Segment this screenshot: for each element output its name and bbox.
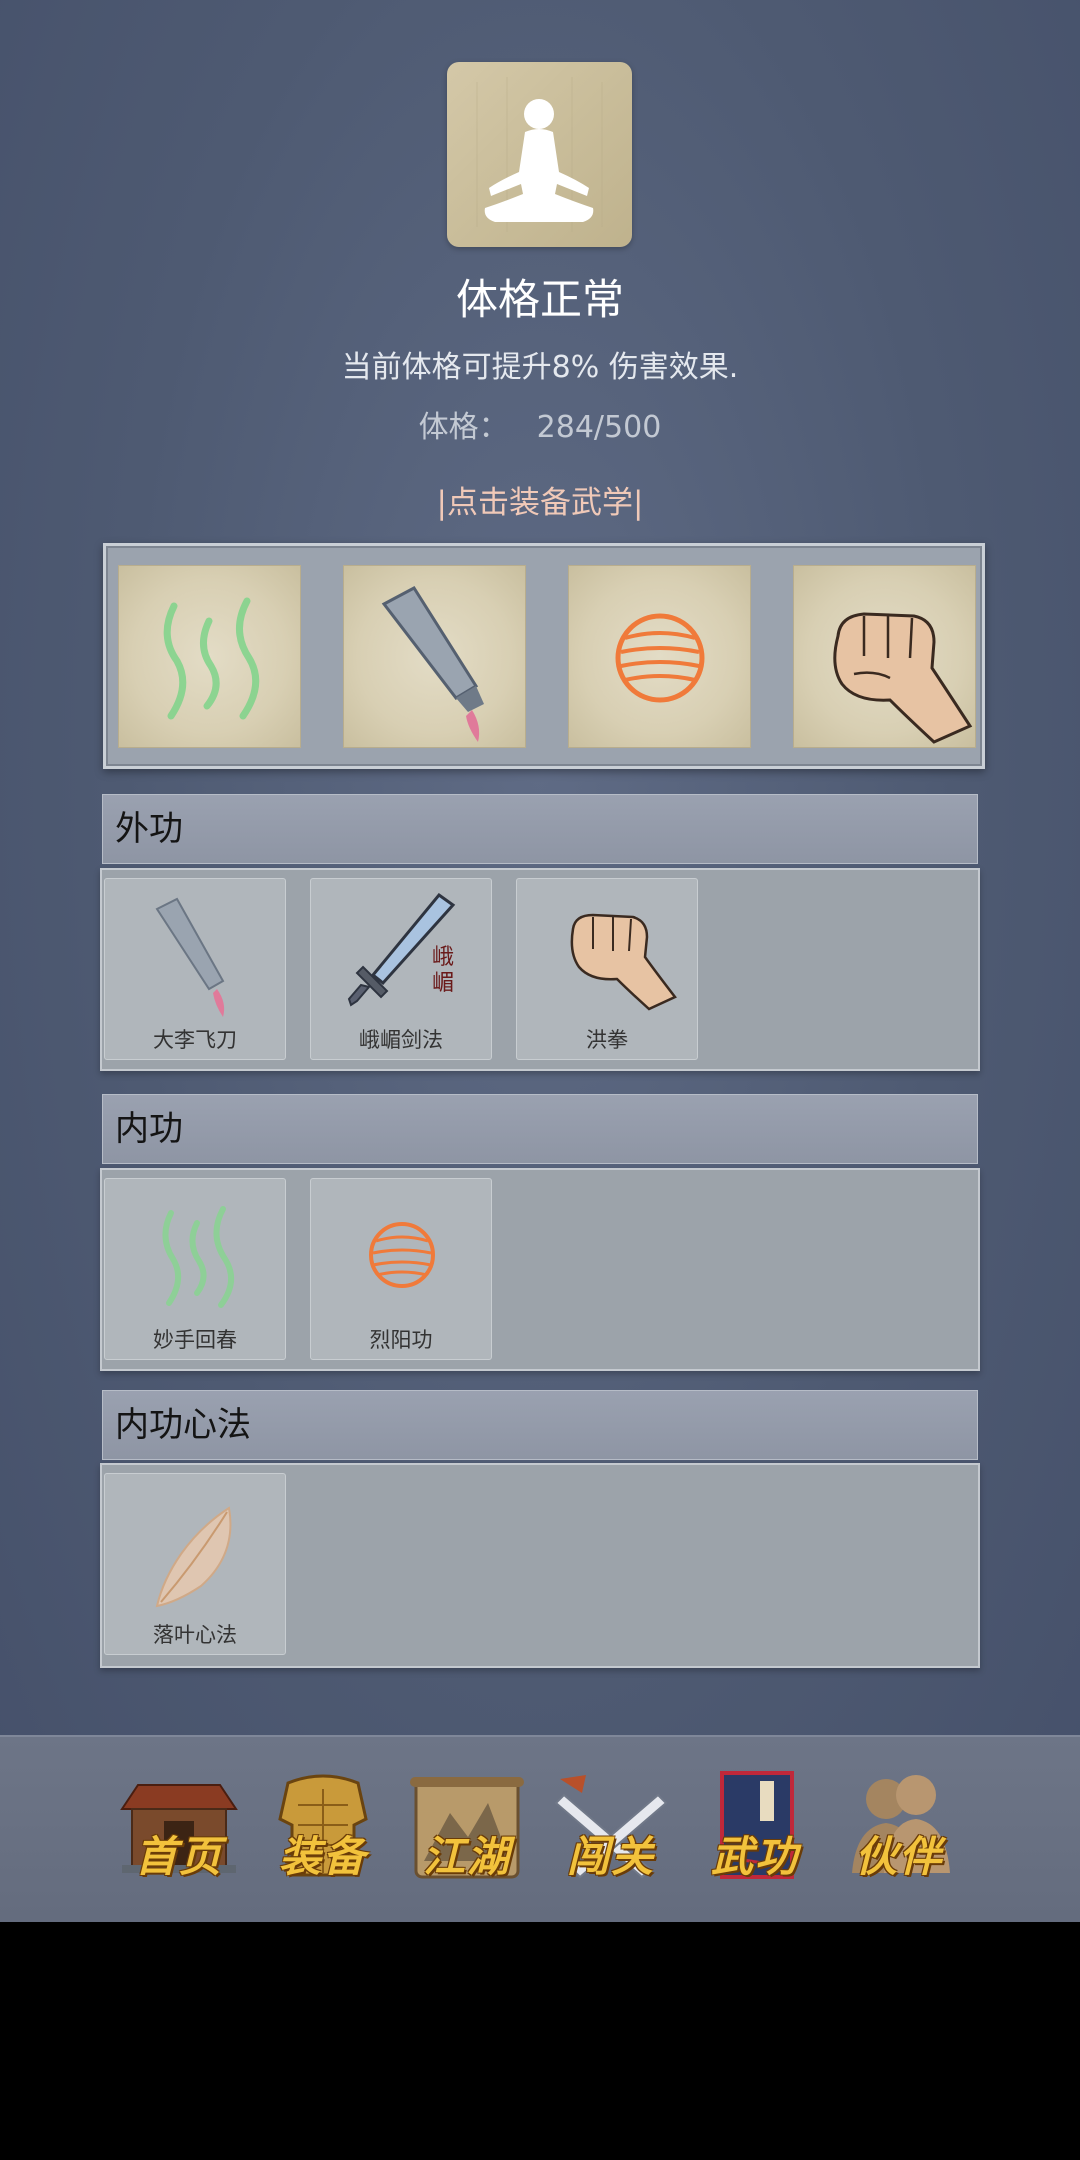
- skill-name: 妙手回春: [153, 1328, 237, 1352]
- nav-martial-arts-active[interactable]: 武功: [690, 1765, 820, 1895]
- skill-name: 落叶心法: [153, 1623, 237, 1647]
- physique-label: 体格：: [418, 410, 509, 445]
- nav-jianghu[interactable]: 江湖: [402, 1765, 532, 1895]
- sun-orb-icon: [369, 1222, 435, 1288]
- nav-label: 江湖: [422, 1832, 511, 1881]
- nav-label: 伙伴: [854, 1832, 943, 1881]
- physique-status-description: 当前体格可提升8% 伤害效果.: [341, 350, 739, 385]
- nav-equipment[interactable]: 装备: [258, 1765, 388, 1895]
- internal-skills-title: 内功: [115, 1109, 183, 1149]
- green-qi-icon: [162, 1206, 234, 1308]
- external-skills-panel: 大李飞刀 峨 嵋 峨嵋剑法 洪拳: [100, 868, 980, 1071]
- physique-stat: 体格： 284/500: [0, 408, 1080, 448]
- equipped-skill-slots: [103, 543, 985, 769]
- equip-martial-arts-hint[interactable]: |点击装备武学|: [0, 482, 1080, 524]
- sword-mark: 峨 嵋: [431, 945, 454, 996]
- sword-icon: [347, 892, 456, 1007]
- mind-method-title: 内功心法: [115, 1405, 251, 1445]
- skill-name: 洪拳: [586, 1028, 628, 1052]
- nav-home[interactable]: 首页: [114, 1765, 244, 1895]
- fist-icon: [570, 913, 677, 1011]
- equipped-slot-2[interactable]: [343, 565, 526, 748]
- fist-icon: [833, 612, 973, 744]
- meditation-portrait: [447, 62, 632, 247]
- skill-name: 峨嵋剑法: [359, 1028, 443, 1052]
- internal-skills-panel: 妙手回春 烈阳功: [100, 1168, 980, 1371]
- skill-name: 烈阳功: [369, 1328, 433, 1352]
- sun-orb-icon: [615, 613, 705, 703]
- skill-card[interactable]: 大李飞刀: [104, 878, 286, 1060]
- bottom-navigation: 首页 装备 江湖 闯关 武功 伙伴: [0, 1735, 1080, 1922]
- meditating-figure-icon: [476, 77, 603, 232]
- nav-companions[interactable]: 伙伴: [834, 1765, 964, 1895]
- nav-label: 装备: [278, 1832, 367, 1881]
- physique-value: 284/500: [536, 410, 662, 445]
- equipped-slot-1[interactable]: [118, 565, 301, 748]
- skill-card[interactable]: 烈阳功: [310, 1178, 492, 1360]
- skill-card[interactable]: 妙手回春: [104, 1178, 286, 1360]
- nav-label: 首页: [134, 1832, 223, 1881]
- external-skills-header: 外功: [102, 794, 978, 864]
- skill-card[interactable]: 洪拳: [516, 878, 698, 1060]
- internal-skills-header: 内功: [102, 1094, 978, 1164]
- skill-card[interactable]: 落叶心法: [104, 1473, 286, 1655]
- equipped-slot-3[interactable]: [568, 565, 751, 748]
- skill-card[interactable]: 峨 嵋 峨嵋剑法: [310, 878, 492, 1060]
- green-qi-icon: [163, 597, 260, 720]
- skill-name: 大李飞刀: [153, 1028, 237, 1052]
- nav-label: 闯关: [566, 1832, 655, 1881]
- martial-arts-screen: 体格正常 当前体格可提升8% 伤害效果. 体格： 284/500 |点击装备武学|: [0, 0, 1080, 1922]
- equipped-slot-4[interactable]: [793, 565, 976, 748]
- external-skills-title: 外功: [115, 809, 183, 849]
- nav-challenge[interactable]: 闯关: [546, 1765, 676, 1895]
- leaf-icon: [155, 1506, 232, 1608]
- physique-status-title: 体格正常: [455, 275, 624, 324]
- flying-knife-icon: [381, 586, 484, 742]
- nav-label: 武功: [710, 1832, 799, 1881]
- flying-knife-icon: [155, 897, 225, 1017]
- mind-method-panel: 落叶心法: [100, 1463, 980, 1668]
- mind-method-header: 内功心法: [102, 1390, 978, 1460]
